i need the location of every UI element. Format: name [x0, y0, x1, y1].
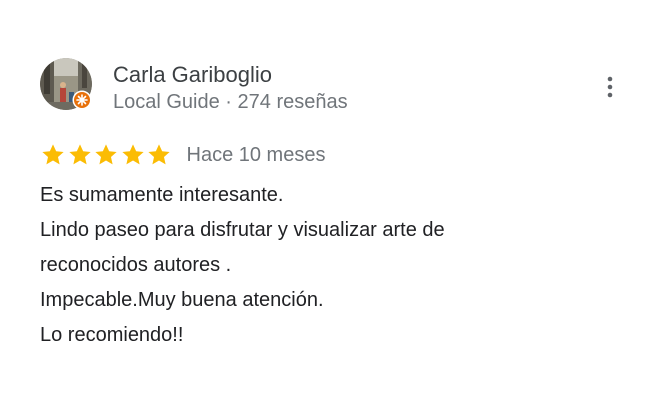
more-vert-icon	[607, 76, 613, 98]
review-line: Es sumamente interesante.	[40, 184, 284, 206]
review-card: Carla Gariboglio Local Guide · 274 reseñ…	[0, 0, 649, 400]
review-line: Lo recomiendo!!	[40, 324, 184, 346]
star-icon	[68, 144, 91, 165]
review-line: reconocidos autores .	[40, 254, 232, 276]
review-line: Impecable.Muy buena atención.	[40, 289, 324, 311]
local-guide-badge-icon	[72, 90, 92, 110]
reviewer-name[interactable]: Carla Gariboglio	[113, 61, 272, 89]
reviewer-avatar[interactable]	[40, 58, 92, 110]
review-line: Lindo paseo para disfrutar y visualizar …	[40, 219, 445, 241]
more-options-button[interactable]	[595, 72, 625, 102]
star-icon	[121, 144, 144, 165]
review-text: Es sumamente interesante. Lindo paseo par…	[40, 178, 620, 353]
star-rating	[40, 142, 173, 168]
reviewer-meta[interactable]: Local Guide · 274 reseñas	[113, 89, 348, 115]
star-icon	[95, 144, 117, 165]
rating-row: Hace 10 meses	[40, 141, 325, 169]
review-date: Hace 10 meses	[186, 144, 326, 166]
star-icon	[148, 144, 170, 165]
star-icon	[42, 144, 64, 165]
